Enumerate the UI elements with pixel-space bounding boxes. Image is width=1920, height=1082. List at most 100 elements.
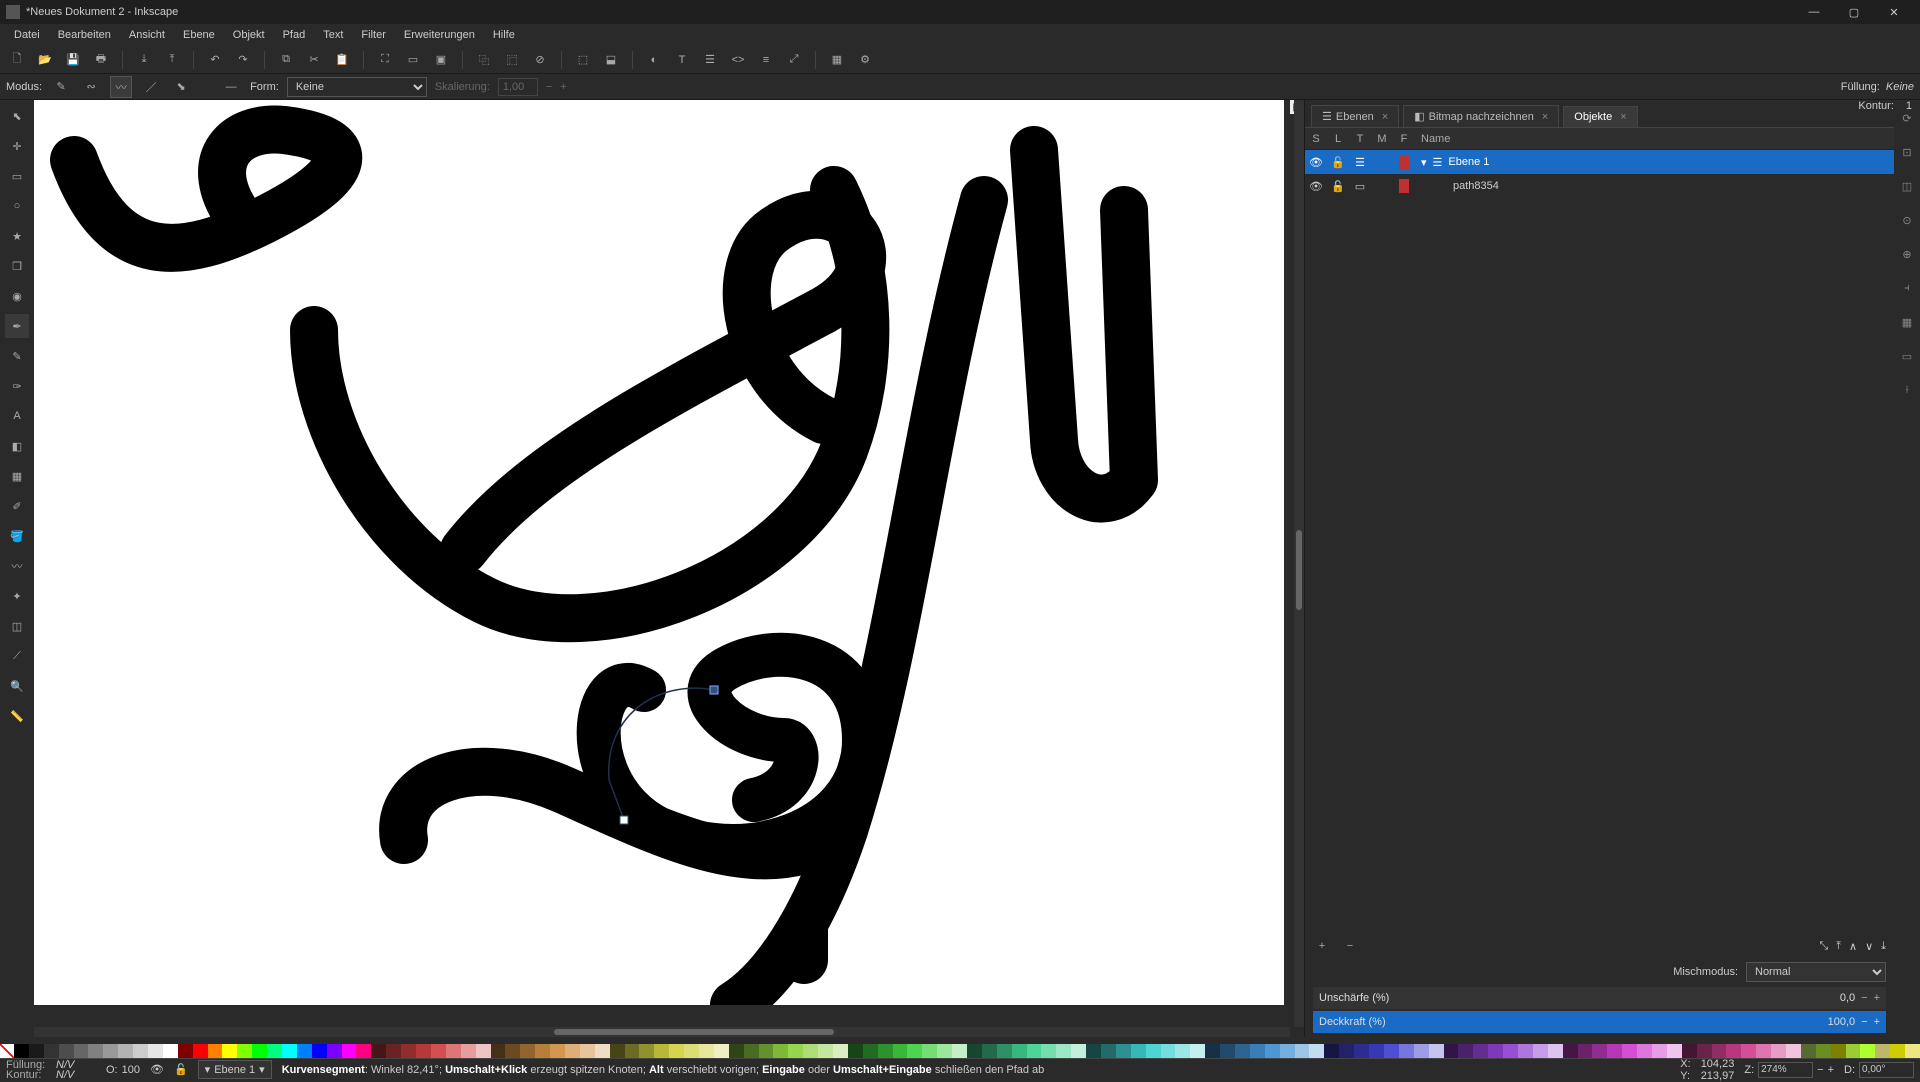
transform-icon[interactable]: ⤢ [783, 49, 805, 71]
tweak-tool-icon[interactable]: 〰 [5, 554, 29, 578]
menu-erweiterungen[interactable]: Erweiterungen [396, 27, 483, 43]
palette-swatch[interactable] [1712, 1044, 1727, 1058]
close-button[interactable]: ✕ [1874, 0, 1914, 24]
snap-bb-icon[interactable]: ◫ [1897, 176, 1917, 196]
canvas-area[interactable]: ◰ [34, 100, 1304, 1037]
palette-swatch[interactable] [1831, 1044, 1846, 1058]
blendmode-select[interactable]: Normal [1746, 962, 1886, 982]
palette-swatch[interactable] [446, 1044, 461, 1058]
palette-swatch[interactable] [699, 1044, 714, 1058]
palette-swatch[interactable] [803, 1044, 818, 1058]
menu-pfad[interactable]: Pfad [275, 27, 314, 43]
palette-swatch[interactable] [1801, 1044, 1816, 1058]
palette-swatch[interactable] [1175, 1044, 1190, 1058]
palette-swatch[interactable] [1756, 1044, 1771, 1058]
menu-hilfe[interactable]: Hilfe [485, 27, 523, 43]
palette-swatch[interactable] [1161, 1044, 1176, 1058]
palette-swatch[interactable] [237, 1044, 252, 1058]
menu-bearbeiten[interactable]: Bearbeiten [50, 27, 119, 43]
snap-other-icon[interactable]: ⊕ [1897, 244, 1917, 264]
tab-ebenen[interactable]: ☰ Ebenen× [1311, 105, 1399, 127]
palette-swatch[interactable] [818, 1044, 833, 1058]
palette-swatch[interactable] [1682, 1044, 1697, 1058]
palette-swatch[interactable] [1548, 1044, 1563, 1058]
lock-icon[interactable]: 🔓 [1327, 156, 1349, 169]
palette-swatch[interactable] [1250, 1044, 1265, 1058]
palette-swatch[interactable] [342, 1044, 357, 1058]
palette-swatch[interactable] [491, 1044, 506, 1058]
palette-swatch[interactable] [714, 1044, 729, 1058]
palette-swatch[interactable] [580, 1044, 595, 1058]
palette-swatch[interactable] [759, 1044, 774, 1058]
palette-swatch[interactable] [29, 1044, 44, 1058]
unlink-icon[interactable]: ⊘ [529, 49, 551, 71]
copy-icon[interactable]: ⧉ [275, 49, 297, 71]
palette-swatch[interactable] [1265, 1044, 1280, 1058]
open-icon[interactable]: 📂 [34, 49, 56, 71]
palette-swatch[interactable] [208, 1044, 223, 1058]
palette-swatch[interactable] [386, 1044, 401, 1058]
down-icon[interactable]: ∨ [1865, 940, 1873, 953]
palette-swatch[interactable] [178, 1044, 193, 1058]
palette-swatch[interactable] [1086, 1044, 1101, 1058]
palette-swatch[interactable] [1592, 1044, 1607, 1058]
rotation-input[interactable] [1859, 1062, 1914, 1078]
palette-swatch[interactable] [669, 1044, 684, 1058]
palette-swatch[interactable] [982, 1044, 997, 1058]
eye-icon[interactable]: 👁 [1305, 156, 1327, 169]
palette-swatch[interactable] [1235, 1044, 1250, 1058]
palette-swatch[interactable] [1875, 1044, 1890, 1058]
save-icon[interactable]: 💾 [62, 49, 84, 71]
close-icon[interactable]: × [1382, 111, 1388, 123]
scrollbar-horizontal[interactable] [34, 1027, 1290, 1037]
palette-swatch[interactable] [1846, 1044, 1861, 1058]
palette-swatch[interactable] [744, 1044, 759, 1058]
palette-swatch[interactable] [1116, 1044, 1131, 1058]
palette-swatch[interactable] [1369, 1044, 1384, 1058]
palette-swatch[interactable] [684, 1044, 699, 1058]
palette-swatch[interactable] [148, 1044, 163, 1058]
palette-swatch[interactable] [1414, 1044, 1429, 1058]
type-icon[interactable]: ☰ [1349, 156, 1371, 169]
palette-swatch[interactable] [163, 1044, 178, 1058]
lock-icon[interactable]: 🔓 [1327, 180, 1349, 193]
close-icon[interactable]: × [1620, 111, 1626, 123]
ellipse-tool-icon[interactable]: ○ [5, 194, 29, 218]
palette-swatch[interactable] [1309, 1044, 1324, 1058]
palette-swatch[interactable] [1786, 1044, 1801, 1058]
lock-toggle-icon[interactable]: 🔓 [174, 1063, 188, 1076]
palette-swatch[interactable] [1697, 1044, 1712, 1058]
type-icon[interactable]: ▭ [1349, 180, 1371, 193]
group-icon[interactable]: ⬚ [572, 49, 594, 71]
selector-tool-icon[interactable]: ⬉ [5, 104, 29, 128]
palette-swatch[interactable] [565, 1044, 580, 1058]
palette-swatch[interactable] [1652, 1044, 1667, 1058]
palette-swatch[interactable] [550, 1044, 565, 1058]
palette-swatch[interactable] [848, 1044, 863, 1058]
snap-icon[interactable]: ⊡ [1897, 142, 1917, 162]
no-color-swatch[interactable] [0, 1044, 14, 1058]
bezier-tool-icon[interactable]: ✒ [5, 314, 29, 338]
palette-swatch[interactable] [654, 1044, 669, 1058]
palette-swatch[interactable] [878, 1044, 893, 1058]
color-swatch[interactable] [1399, 155, 1409, 169]
palette-swatch[interactable] [937, 1044, 952, 1058]
color-palette[interactable] [0, 1044, 1920, 1058]
scrollbar-vertical[interactable] [1294, 100, 1304, 1027]
snap-align-icon[interactable]: ⫞ [1897, 278, 1917, 298]
palette-swatch[interactable] [833, 1044, 848, 1058]
canvas[interactable] [34, 100, 1284, 1005]
maximize-button[interactable]: ▢ [1834, 0, 1874, 24]
palette-swatch[interactable] [1354, 1044, 1369, 1058]
mode-line-icon[interactable]: ／ [140, 76, 162, 98]
text-tool-icon[interactable]: A [5, 404, 29, 428]
palette-swatch[interactable] [967, 1044, 982, 1058]
text-icon[interactable]: T [671, 49, 693, 71]
palette-swatch[interactable] [88, 1044, 103, 1058]
palette-swatch[interactable] [118, 1044, 133, 1058]
menu-objekt[interactable]: Objekt [225, 27, 273, 43]
palette-swatch[interactable] [401, 1044, 416, 1058]
fillstroke-icon[interactable]: ◐ [643, 49, 665, 71]
palette-swatch[interactable] [1518, 1044, 1533, 1058]
3dbox-tool-icon[interactable]: ❒ [5, 254, 29, 278]
